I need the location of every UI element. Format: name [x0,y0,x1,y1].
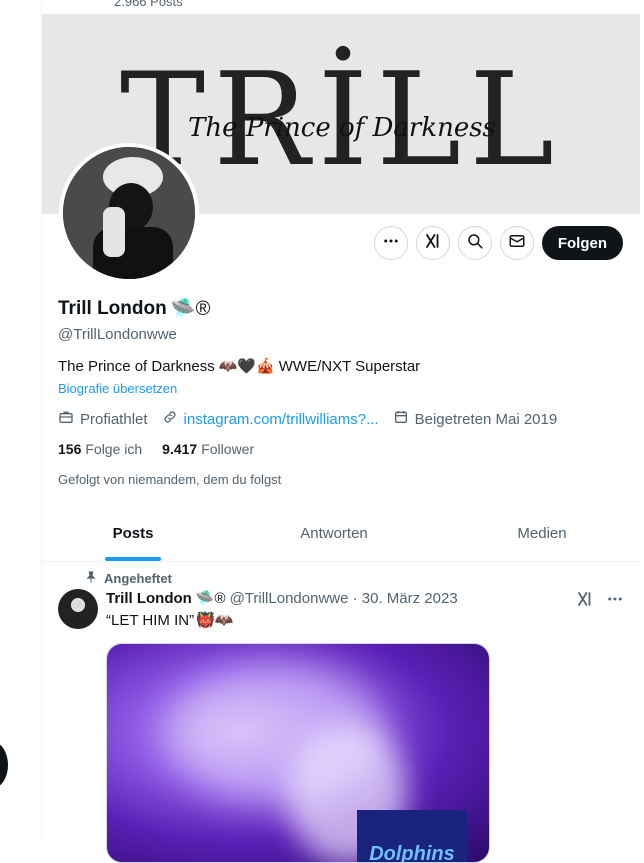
grok-icon [424,232,442,255]
briefcase-icon [58,409,74,429]
profile-avatar[interactable] [59,143,199,283]
followers-label: Follower [201,441,255,457]
followed-by-text: Gefolgt von niemandem, dem du folgst [58,472,282,487]
website-link[interactable]: instagram.com/trillwilliams?... [184,411,379,428]
profile-tabs: Posts Antworten Medien [42,506,640,562]
tab-posts[interactable]: Posts [42,506,224,561]
followers-count: 9.417 [162,441,198,457]
post-author-badges: 🛸® [195,590,226,607]
tab-replies[interactable]: Antworten [224,506,444,561]
post-quote: “LET HIM IN” [106,612,195,629]
following-stat[interactable]: 156 Folge ich [58,441,142,457]
name-badges: 🛸® [170,298,211,320]
post-handle-date[interactable]: @TrillLondonwwe · 30. März 2023 [230,590,458,607]
banner-script: The Prince of Darkness [188,113,496,143]
message-icon [508,232,526,255]
profile-handle: @TrillLondonwwe [58,326,177,343]
search-icon [466,232,484,255]
arena-sign: Dolphins [357,810,467,862]
post-avatar[interactable] [58,589,98,629]
link-icon [162,409,178,429]
post-header: Trill London 🛸® @TrillLondonwwe · 30. Mä… [106,590,458,607]
avatar-image [63,147,195,279]
profile-name-row: Trill London 🛸® [58,298,210,320]
bio-suffix: WWE/NXT Superstar [278,358,421,375]
pin-icon [84,570,98,587]
follow-stats: 156 Folge ich 9.417 Follower [58,441,254,457]
post-emojis: 👹🦇 [196,612,234,629]
following-label: Folge ich [85,441,143,457]
post-media-image[interactable]: Dolphins [106,643,490,863]
search-button[interactable] [457,226,492,260]
post-actions [576,590,624,613]
more-icon[interactable] [606,590,624,613]
header-posts-count: 2.966 Posts [114,0,183,9]
website-item[interactable]: instagram.com/trillwilliams?... [162,409,379,429]
profile-bio: The Prince of Darkness 🦇🖤🎪 WWE/NXT Super… [58,358,420,375]
more-button[interactable] [373,226,408,260]
post-author[interactable]: Trill London [106,590,192,607]
bio-emojis: 🦇🖤🎪 [218,358,275,375]
followers-stat[interactable]: 9.417 Follower [162,441,254,457]
more-icon [382,232,400,255]
post-text: “LET HIM IN” 👹🦇 [106,612,233,629]
bio-text: The Prince of Darkness [58,358,215,375]
tab-media[interactable]: Medien [444,506,640,561]
joined-item: Beigetreten Mai 2019 [393,409,558,429]
message-button[interactable] [499,226,534,260]
follow-button[interactable]: Folgen [541,226,623,260]
category-label: Profiathlet [80,410,148,428]
profile-column: 2.966 Posts TRİLL The Prince of Darkness [42,0,640,863]
calendar-icon [393,409,409,429]
translate-bio-link[interactable]: Biografie übersetzen [58,381,177,396]
profile-actions: Folgen [373,226,623,260]
grok-icon[interactable] [576,590,594,613]
category-item: Profiathlet [58,409,148,429]
joined-label: Beigetreten Mai 2019 [414,410,558,428]
grok-button[interactable] [415,226,450,260]
profile-meta: Profiathlet instagram.com/trillwilliams?… [58,409,557,429]
pinned-indicator: Angeheftet [84,570,172,587]
left-gutter [0,0,41,842]
following-count: 156 [58,441,82,457]
display-name: Trill London [58,298,167,319]
pinned-label: Angeheftet [104,571,172,586]
